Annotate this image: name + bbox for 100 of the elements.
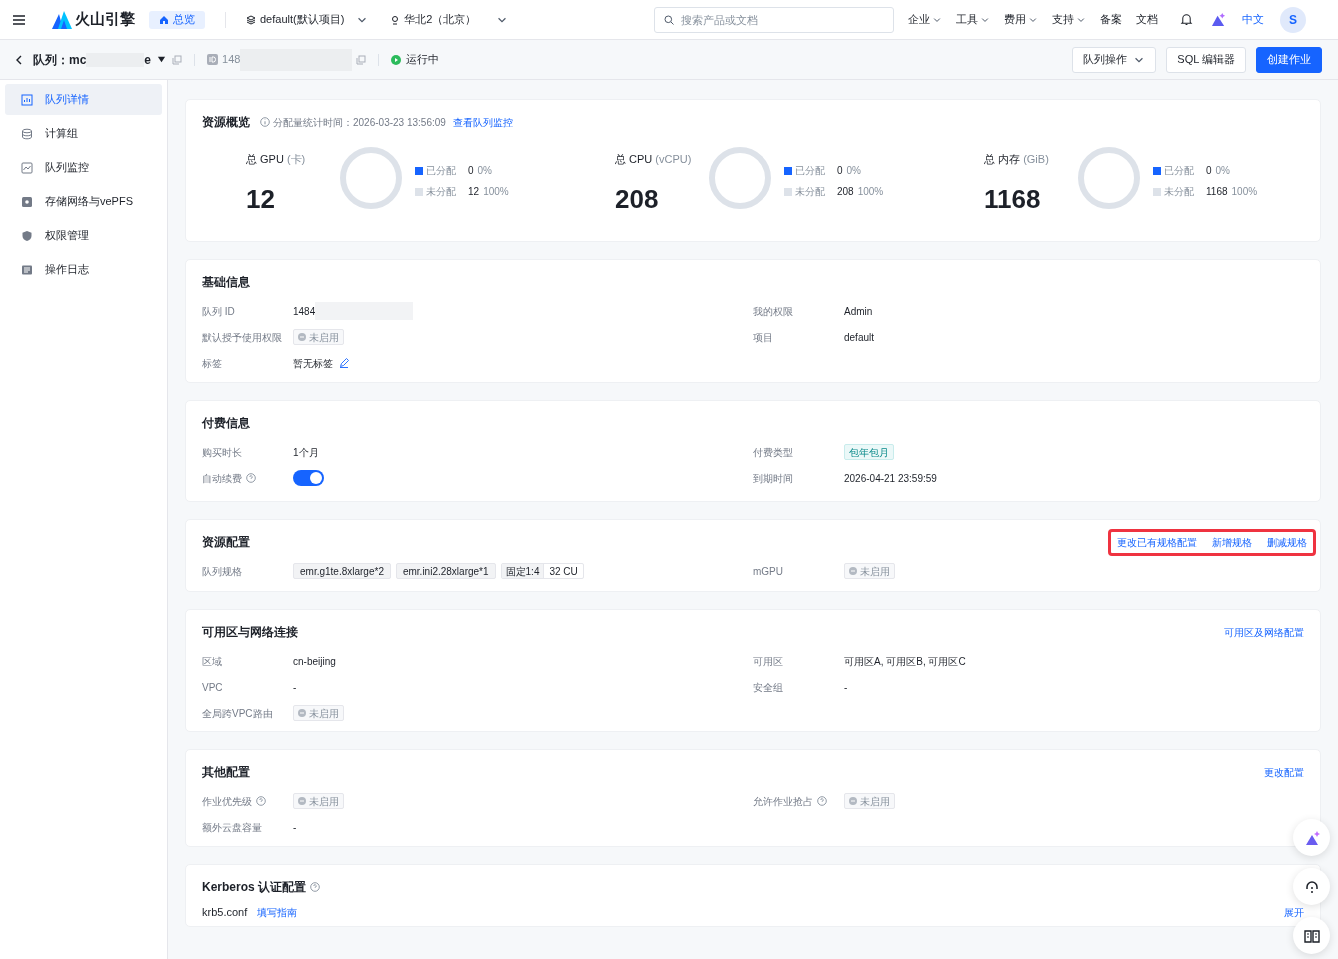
file-name: krb5.conf [202,905,248,920]
stat-total: 12 [246,182,276,216]
field-label: 付费类型 [753,445,793,460]
status-tag: 未启用 [293,793,344,809]
nav-menu-item[interactable]: 费用 [1004,11,1038,28]
action-link[interactable]: 更改已有规格配置 [1117,534,1197,550]
legend-percent: 0% [1215,164,1230,178]
field-value: - [293,820,297,835]
nav-menu-item[interactable]: 备案 [1100,11,1122,28]
home-tab[interactable]: 总览 [149,10,205,29]
user-avatar[interactable]: S [1280,6,1306,33]
nav-menu-item[interactable]: 支持 [1052,11,1086,28]
field-label: 安全组 [753,680,783,695]
sidebar-item[interactable]: 队列监控 [5,152,162,183]
help-icon[interactable] [256,796,266,806]
legend-value: 1168 [1206,185,1228,199]
action-link[interactable]: 可用区及网络配置 [1224,624,1304,640]
section-title: 其他配置 [202,764,250,781]
action-link[interactable]: 新增规格 [1212,534,1252,550]
dropdown-triangle-icon[interactable] [157,55,167,64]
legend-value: 0 [468,164,474,178]
sidebar-item[interactable]: 队列详情 [5,84,162,115]
layers-icon [246,14,256,25]
field-value: cn-beijing [293,654,336,669]
disabled-icon [298,709,306,717]
legend-percent: 100% [857,185,884,199]
disabled-icon [298,797,306,805]
disabled-icon [849,797,857,805]
donut-chart-drawing [708,146,772,210]
language-switch[interactable]: 中文 [1242,11,1264,28]
legend-percent: 0% [846,164,861,178]
field-value: - [293,680,297,695]
field-value: 1个月 [293,445,319,460]
disabled-icon [298,333,306,341]
section-title: 基础信息 [202,274,250,291]
field-label: 购买时长 [202,445,242,460]
help-icon[interactable] [817,796,827,806]
field-value: - [844,680,848,695]
nav-menu-item[interactable]: 企业 [908,11,942,28]
field-label: 到期时间 [753,471,793,486]
field-value: 2026-04-21 23:59:59 [844,471,937,486]
running-status-icon [391,54,402,65]
section-title: 可用区与网络连接 [202,624,298,641]
field-label: 默认授予使用权限 [202,330,282,345]
storage-icon [21,195,33,208]
ai-assistant-button[interactable] [1293,819,1330,856]
edit-icon[interactable] [339,358,349,368]
field-label: 队列规格 [202,564,242,579]
field-label: 项目 [753,330,773,345]
home-icon [159,14,169,25]
status-text: 运行中 [406,52,440,68]
database-icon [21,127,33,140]
field-value: 1484 [293,304,316,319]
donut-chart-drawing [339,146,403,210]
spec-tag: emr.g1te.8xlarge*2 [293,563,391,579]
legend-label: 已分配 [1164,164,1195,178]
sidebar-item[interactable]: 操作日志 [5,254,162,285]
nav-menu-item[interactable]: 文档 [1136,11,1158,28]
action-link[interactable]: 更改配置 [1264,764,1304,780]
region-selector[interactable]: 华北2（北京） [390,11,509,28]
field-label: mGPU [753,564,783,579]
stat-total: 208 [615,182,660,216]
header-button[interactable]: 创建作业 [1256,46,1322,73]
bell-icon[interactable] [1180,13,1193,26]
guide-link[interactable]: 填写指南 [257,904,298,920]
list-icon [21,263,33,276]
nav-menu-item[interactable]: 工具 [956,11,990,28]
field-label: 额外云盘容量 [202,820,262,835]
section-title: Kerberos 认证配置 [202,879,307,896]
sparkle-mountain-icon[interactable] [1211,12,1226,27]
legend-percent: 100% [483,185,509,199]
section-title: 付费信息 [202,415,250,432]
menu-icon[interactable] [12,12,26,27]
header-button[interactable]: 队列操作 [1072,46,1157,73]
sidebar-item[interactable]: 计算组 [5,118,162,149]
legend-label: 未分配 [426,185,457,199]
help-icon[interactable] [310,882,321,892]
chart-icon [21,93,33,106]
help-icon[interactable] [246,473,256,483]
field-label: 队列 ID [202,304,235,319]
sidebar-item[interactable]: 存储网络与vePFS [5,186,162,217]
auto-renew-toggle[interactable] [293,470,324,486]
field-value: default [844,330,875,345]
queue-title: e [144,51,152,69]
field-label: VPC [202,680,223,695]
monitor-link[interactable]: 查看队列监控 [452,114,513,130]
legend-value: 0 [1206,164,1212,178]
expand-link[interactable]: 展开 [1284,904,1304,920]
field-value: 可用区A, 可用区B, 可用区C [844,654,966,669]
header-button[interactable]: SQL 编辑器 [1166,46,1246,73]
legend-label: 已分配 [795,164,826,178]
manual-button[interactable] [1293,917,1330,954]
action-link[interactable]: 删减规格 [1267,534,1307,550]
stat-label: 总 GPU (卡) [246,152,307,167]
search-field[interactable]: 搜索产品或文档 [654,6,894,33]
sidebar-item[interactable]: 权限管理 [5,220,162,251]
queue-id: 148 [222,52,241,68]
spec-tag: emr.ini2.28xlarge*1 [395,563,496,579]
field-label: 作业优先级 [202,794,252,809]
project-selector[interactable]: default(默认项目) [246,11,369,28]
